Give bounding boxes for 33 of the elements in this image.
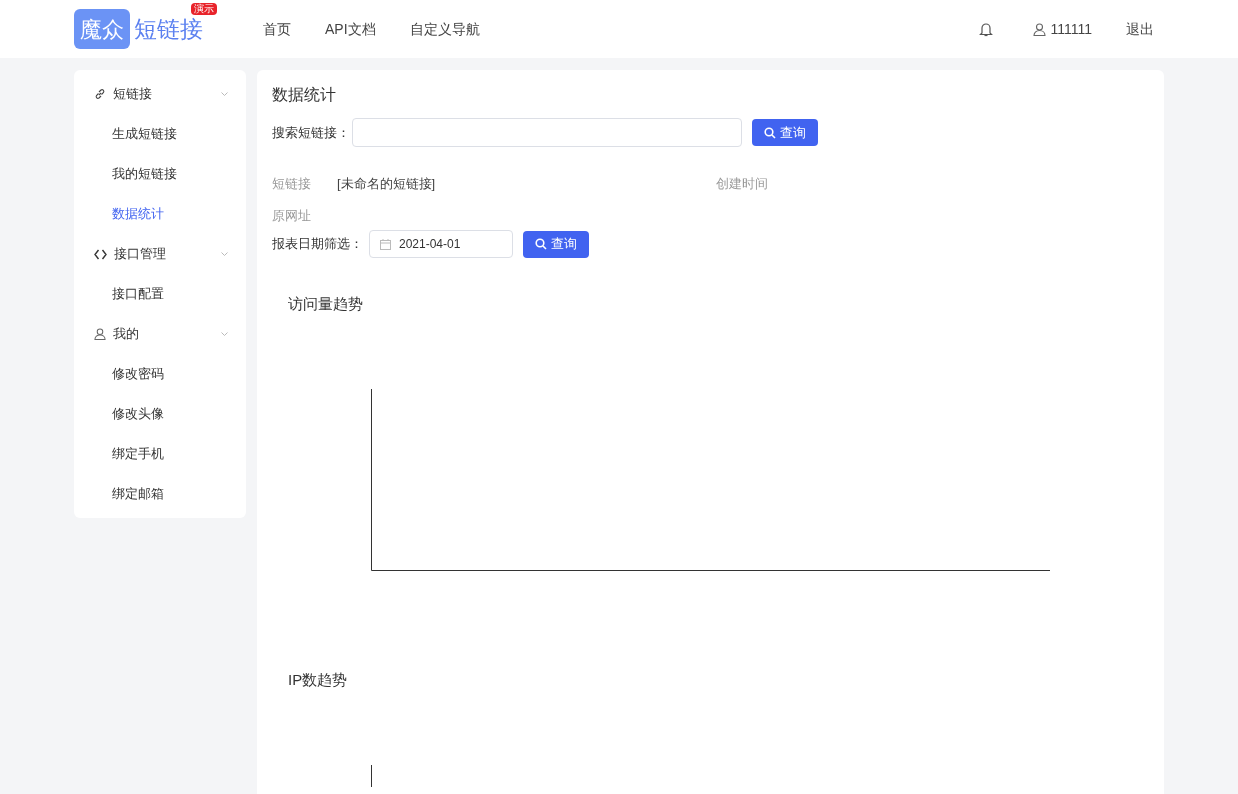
menu-item[interactable]: 绑定邮箱 (74, 474, 246, 514)
username: 111111 (1050, 19, 1092, 39)
menu-item[interactable]: 我的短链接 (74, 154, 246, 194)
menu-group[interactable]: 我的 (74, 314, 246, 354)
short-link-value: [未命名的短链接] (337, 175, 437, 194)
page-title: 数据统计 (272, 85, 337, 105)
menu-group[interactable]: 接口管理 (74, 234, 246, 274)
date-field[interactable]: 2021-04-01 (369, 230, 513, 258)
logout-link[interactable]: 退出 (1126, 18, 1154, 40)
menu-item[interactable]: 数据统计 (74, 194, 246, 234)
search-label: 搜索短链接： (272, 123, 350, 142)
menu-item[interactable]: 绑定手机 (74, 434, 246, 474)
menu-item[interactable]: 接口配置 (74, 274, 246, 314)
nav-link[interactable]: 首页 (263, 18, 291, 40)
nav-link[interactable]: API文档 (325, 18, 376, 40)
menu-item[interactable]: 修改头像 (74, 394, 246, 434)
chart-title: 访问量趋势 (288, 294, 364, 314)
menu-item[interactable]: 生成短链接 (74, 114, 246, 154)
logo-mark: 魔众 (74, 9, 130, 49)
date-value: 2021-04-01 (399, 236, 461, 253)
query-button[interactable]: 查询 (523, 230, 589, 258)
chart-title: IP数趋势 (288, 670, 349, 690)
menu-item[interactable]: 修改密码 (74, 354, 246, 394)
field-label: 创建时间 (716, 175, 768, 194)
user-menu[interactable]: 111111 (1033, 18, 1092, 40)
menu-group[interactable]: 短链接 (74, 74, 246, 114)
demo-badge: 演示 (191, 3, 217, 15)
field-label: 短链接 (272, 175, 312, 194)
logo-text: 短链接 (134, 14, 203, 44)
field-label: 原网址 (272, 207, 311, 226)
date-filter-label: 报表日期筛选： (272, 235, 363, 254)
search-button[interactable]: 查询 (752, 119, 818, 146)
nav-link[interactable]: 自定义导航 (409, 18, 480, 40)
